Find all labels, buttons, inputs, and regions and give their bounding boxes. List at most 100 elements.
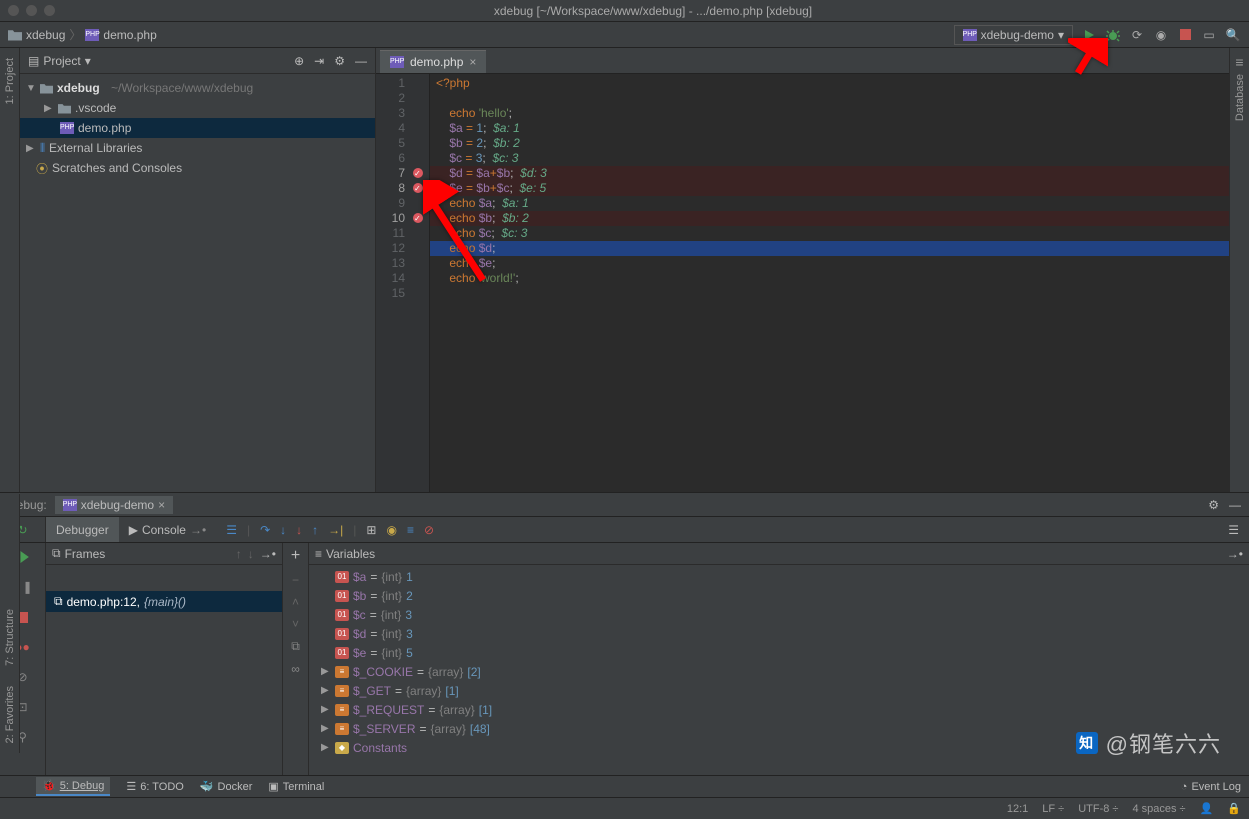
project-panel: ▤ Project ▾ ⊕ ⇥ ⚙ — ▼xdebug ~/Workspace/… xyxy=(20,48,376,492)
titlebar: xdebug [~/Workspace/www/xdebug] - .../de… xyxy=(0,0,1249,22)
run-config-dropdown[interactable]: PHP xdebug-demo ▾ xyxy=(954,25,1073,45)
variable-row[interactable]: 01 $e = {int} 5 xyxy=(313,643,1245,662)
more-icon[interactable]: →• xyxy=(1227,547,1243,561)
close-icon[interactable]: × xyxy=(469,55,476,69)
status-bar: 12:1 LF ÷ UTF-8 ÷ 4 spaces ÷ 👤 🔒 xyxy=(0,797,1249,819)
bottom-todo[interactable]: ☰6: TODO xyxy=(126,780,183,793)
close-icon[interactable]: × xyxy=(158,498,165,512)
variable-row[interactable]: 01 $d = {int} 3 xyxy=(313,624,1245,643)
php-file-icon: PHP xyxy=(963,29,977,41)
close-window[interactable] xyxy=(8,5,19,16)
layout-icon[interactable]: ☰ xyxy=(1228,523,1239,537)
debug-session-tab[interactable]: PHP xdebug-demo × xyxy=(55,496,173,514)
prev-frame-icon[interactable]: ↑ xyxy=(236,547,242,561)
stop-button[interactable] xyxy=(1177,27,1193,43)
down-button[interactable]: ˅ xyxy=(292,617,299,631)
project-tree[interactable]: ▼xdebug ~/Workspace/www/xdebug ▶.vscode … xyxy=(20,74,375,492)
bottom-terminal[interactable]: ▣Terminal xyxy=(268,780,324,793)
copy-button[interactable]: ⧉ xyxy=(291,639,300,654)
mute-icon[interactable]: ⊘ xyxy=(424,523,434,537)
rail-structure[interactable]: 7: Structure xyxy=(4,609,16,666)
php-file-icon: PHP xyxy=(63,499,77,511)
rail-project[interactable]: 1: Project xyxy=(4,58,16,104)
console-tab[interactable]: ▶Console→• xyxy=(119,517,216,542)
cursor-position[interactable]: 12:1 xyxy=(1007,803,1028,815)
code-editor[interactable]: 123456789101112131415 <?php echo 'hello'… xyxy=(376,74,1229,492)
terminal-icon: ▣ xyxy=(268,780,278,793)
project-panel-header: ▤ Project ▾ ⊕ ⇥ ⚙ — xyxy=(20,48,375,74)
tree-scratches[interactable]: ⦿Scratches and Consoles xyxy=(20,158,375,178)
chevron-down-icon[interactable]: ▾ xyxy=(85,54,91,68)
todo-icon: ☰ xyxy=(126,780,136,793)
log-icon: ◔ xyxy=(1181,781,1188,793)
search-icon[interactable]: 🔍 xyxy=(1225,27,1241,43)
add-watch-button[interactable]: + xyxy=(291,547,300,565)
lock-icon[interactable]: 🔒 xyxy=(1227,802,1241,815)
indent[interactable]: 4 spaces ÷ xyxy=(1132,803,1185,815)
php-file-icon: PHP xyxy=(390,56,404,68)
tree-demo-php[interactable]: PHPdemo.php xyxy=(20,118,375,138)
remove-watch-button[interactable]: − xyxy=(292,573,299,587)
tree-vscode[interactable]: ▶.vscode xyxy=(20,98,375,118)
breadcrumb-file[interactable]: PHPdemo.php xyxy=(85,28,156,42)
rail-database[interactable]: Database xyxy=(1234,74,1246,121)
list-icon[interactable]: ≡ xyxy=(407,523,414,537)
up-button[interactable]: ˄ xyxy=(292,595,299,609)
layout-button[interactable]: ▭ xyxy=(1201,27,1217,43)
locate-icon[interactable]: ⊕ xyxy=(294,54,304,68)
debugger-tab[interactable]: Debugger xyxy=(46,517,119,542)
watch-icon[interactable]: ◉ xyxy=(386,523,396,537)
frame-row[interactable]: ⧉demo.php:12, {main}() xyxy=(46,591,282,612)
hide-icon[interactable]: — xyxy=(355,54,367,68)
minimize-window[interactable] xyxy=(26,5,37,16)
gear-icon[interactable]: ⚙ xyxy=(334,54,345,68)
editor-tabs: PHP demo.php × xyxy=(376,48,1229,74)
scratches-icon: ⦿ xyxy=(36,160,48,177)
event-log[interactable]: ◔Event Log xyxy=(1181,781,1241,793)
variable-row[interactable]: 01 $b = {int} 2 xyxy=(313,586,1245,605)
step-over-icon[interactable]: ↷ xyxy=(260,523,270,537)
variable-row[interactable]: 01 $c = {int} 3 xyxy=(313,605,1245,624)
variable-row[interactable]: 01 $a = {int} 1 xyxy=(313,567,1245,586)
coverage-button[interactable]: ⟳ xyxy=(1129,27,1145,43)
zoom-window[interactable] xyxy=(44,5,55,16)
next-frame-icon[interactable]: ↓ xyxy=(248,547,254,561)
tab-demo-php[interactable]: PHP demo.php × xyxy=(380,50,486,73)
folder-icon xyxy=(58,103,71,114)
library-icon: ⫴ xyxy=(40,141,45,156)
link-button[interactable]: ∞ xyxy=(291,662,300,676)
window-controls[interactable] xyxy=(8,5,55,16)
collapse-icon[interactable]: ⇥ xyxy=(314,54,324,68)
database-icon[interactable]: ≡ xyxy=(1235,54,1243,70)
variable-row[interactable]: ▶≡ $_REQUEST = {array} [1] xyxy=(313,700,1245,719)
rail-favorites[interactable]: 2: Favorites xyxy=(4,686,16,743)
breadcrumb-bar: xdebug 〉 PHPdemo.php PHP xdebug-demo ▾ ⟳… xyxy=(0,22,1249,48)
folder-icon xyxy=(8,29,22,41)
debug-button[interactable] xyxy=(1105,27,1121,43)
project-icon: ▤ xyxy=(28,54,39,68)
variable-row[interactable]: ▶≡ $_COOKIE = {array} [2] xyxy=(313,662,1245,681)
bottom-debug[interactable]: 🐞5: Debug xyxy=(36,777,110,796)
threads-icon[interactable]: ☰ xyxy=(226,523,237,537)
inspections-icon[interactable]: 👤 xyxy=(1200,802,1214,815)
encoding[interactable]: UTF-8 ÷ xyxy=(1078,803,1118,815)
step-into-icon[interactable]: ↓ xyxy=(280,523,286,537)
step-out-icon[interactable]: ↑ xyxy=(312,523,318,537)
force-step-into-icon[interactable]: ↓ xyxy=(296,523,302,537)
variables-icon: ≡ xyxy=(315,547,322,561)
profile-button[interactable]: ◉ xyxy=(1153,27,1169,43)
tree-root[interactable]: ▼xdebug ~/Workspace/www/xdebug xyxy=(20,78,375,98)
breadcrumb-root[interactable]: xdebug xyxy=(8,28,65,42)
evaluate-icon[interactable]: ⊞ xyxy=(366,523,376,537)
line-separator[interactable]: LF ÷ xyxy=(1042,803,1064,815)
variable-row[interactable]: ▶≡ $_GET = {array} [1] xyxy=(313,681,1245,700)
more-icon[interactable]: →• xyxy=(260,547,276,561)
bottom-docker[interactable]: 🐳Docker xyxy=(200,780,253,793)
run-to-cursor-icon[interactable]: →| xyxy=(328,523,343,537)
gear-icon[interactable]: ⚙ xyxy=(1208,498,1219,512)
tree-ext-libs[interactable]: ▶⫴External Libraries xyxy=(20,138,375,158)
folder-icon xyxy=(40,83,53,94)
hide-icon[interactable]: — xyxy=(1229,498,1241,512)
php-file-icon: PHP xyxy=(60,122,74,134)
run-button[interactable] xyxy=(1081,27,1097,43)
